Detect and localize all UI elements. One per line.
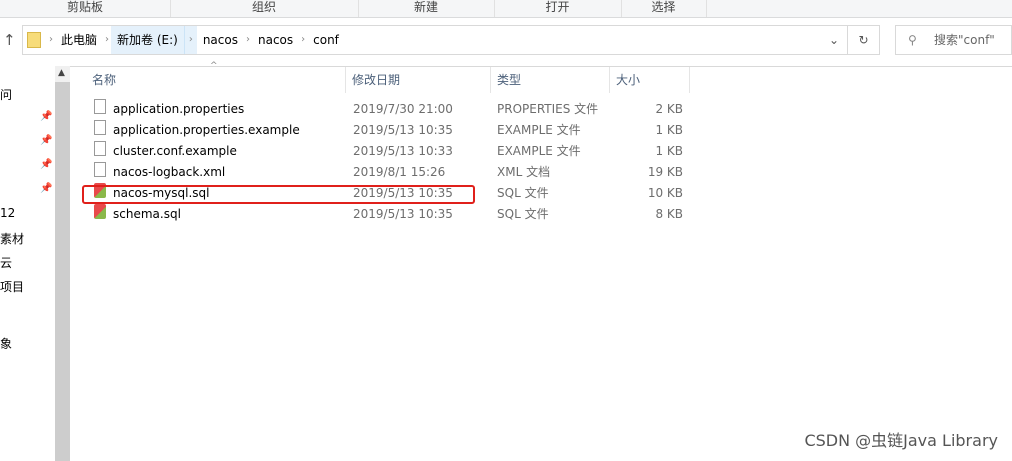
file-row[interactable]: cluster.conf.example 2019/5/13 10:33 EXAMP… <box>88 141 708 162</box>
file-name: schema.sql <box>113 207 181 221</box>
column-date[interactable]: 修改日期 <box>346 67 491 93</box>
breadcrumb-nacos[interactable]: nacos <box>197 26 244 54</box>
breadcrumb-conf[interactable]: conf <box>307 26 345 54</box>
folder-icon <box>27 32 41 48</box>
chevron-right-icon: › <box>301 34 306 45</box>
column-name[interactable]: 名称 <box>86 67 346 93</box>
chevron-right-icon: › <box>49 34 53 45</box>
file-type: PROPERTIES 文件 <box>497 102 599 116</box>
pin-icon: 📌 <box>40 159 53 170</box>
pin-icon: 📌 <box>40 183 53 194</box>
file-row[interactable]: schema.sql 2019/5/13 10:35 SQL 文件 8 KB <box>88 204 708 225</box>
breadcrumb-drive-e[interactable]: 新加卷 (E:) <box>111 26 184 54</box>
file-type: EXAMPLE 文件 <box>497 144 581 158</box>
breadcrumb-this-pc[interactable]: 此电脑 <box>55 26 103 54</box>
sidebar-item[interactable]: 问 <box>0 86 12 103</box>
ribbon: 剪贴板 组织 新建 打开 选择 <box>0 0 1012 18</box>
scroll-up-icon[interactable]: ▲ <box>58 68 65 78</box>
file-icon <box>94 120 106 135</box>
file-size: 10 KB <box>647 186 683 200</box>
file-icon <box>94 99 106 114</box>
sidebar-item[interactable]: 素材 <box>0 230 24 247</box>
ribbon-group-organize[interactable]: 组织 <box>170 0 359 17</box>
file-icon <box>94 162 106 177</box>
scrollbar-thumb[interactable] <box>55 82 70 461</box>
file-type: SQL 文件 <box>497 186 549 200</box>
file-name: nacos-logback.xml <box>113 165 226 179</box>
file-row[interactable]: nacos-logback.xml 2019/8/1 15:26 XML 文档 19 … <box>88 162 708 183</box>
highlight-box <box>82 185 475 204</box>
refresh-button[interactable]: ↻ <box>848 25 880 55</box>
file-size: 1 KB <box>655 123 683 137</box>
pin-icon: 📌 <box>40 135 53 146</box>
ribbon-group-select[interactable]: 选择 <box>621 0 707 17</box>
file-date: 2019/5/13 10:35 <box>353 207 453 221</box>
breadcrumb-nacos-2[interactable]: nacos <box>252 26 299 54</box>
file-type: EXAMPLE 文件 <box>497 123 581 137</box>
search-icon: ⚲ <box>908 33 917 47</box>
column-type[interactable]: 类型 <box>491 67 610 93</box>
sidebar-item[interactable]: 项目 <box>0 278 24 295</box>
file-row[interactable]: application.properties.example 2019/5/13 … <box>88 120 708 141</box>
ribbon-group-clipboard[interactable]: 剪贴板 <box>0 0 171 17</box>
file-date: 2019/5/13 10:35 <box>353 123 453 137</box>
column-size[interactable]: 大小 <box>610 67 690 93</box>
file-type: XML 文档 <box>497 165 551 179</box>
chevron-right-icon: › <box>105 34 110 45</box>
file-icon <box>94 141 106 156</box>
sql-file-icon <box>94 204 106 219</box>
file-size: 8 KB <box>655 207 683 221</box>
file-size: 1 KB <box>655 144 683 158</box>
sidebar-item[interactable]: 12 <box>0 206 15 220</box>
watermark: CSDN @虫链Java Library <box>804 431 998 450</box>
ribbon-group-open[interactable]: 打开 <box>494 0 622 17</box>
ribbon-group-new[interactable]: 新建 <box>358 0 495 17</box>
file-name: application.properties <box>113 102 245 116</box>
up-arrow-icon[interactable]: ↑ <box>3 31 16 49</box>
file-size: 19 KB <box>647 165 683 179</box>
chevron-right-icon: › <box>245 34 250 45</box>
file-size: 2 KB <box>655 102 683 116</box>
sidebar-item[interactable]: 云 <box>0 254 12 271</box>
file-name: application.properties.example <box>113 123 300 137</box>
file-date: 2019/5/13 10:33 <box>353 144 453 158</box>
file-date: 2019/7/30 21:00 <box>353 102 453 116</box>
file-name: cluster.conf.example <box>113 144 237 158</box>
search-input[interactable]: ⚲ 搜索"conf" <box>895 25 1012 55</box>
address-bar[interactable]: › 此电脑 › 新加卷 (E:) › nacos › nacos › conf … <box>22 25 848 55</box>
pin-icon: 📌 <box>40 111 53 122</box>
file-type: SQL 文件 <box>497 207 549 221</box>
search-placeholder: 搜索"conf" <box>934 33 995 47</box>
file-date: 2019/8/1 15:26 <box>353 165 446 179</box>
chevron-right-icon[interactable]: › <box>183 26 197 54</box>
chevron-down-icon[interactable]: ⌄ <box>829 33 839 47</box>
file-row[interactable]: application.properties 2019/7/30 21:00 PRO… <box>88 99 708 120</box>
sidebar-item[interactable]: 象 <box>0 335 12 352</box>
column-header: ^ 名称 修改日期 类型 大小 <box>70 61 1012 93</box>
